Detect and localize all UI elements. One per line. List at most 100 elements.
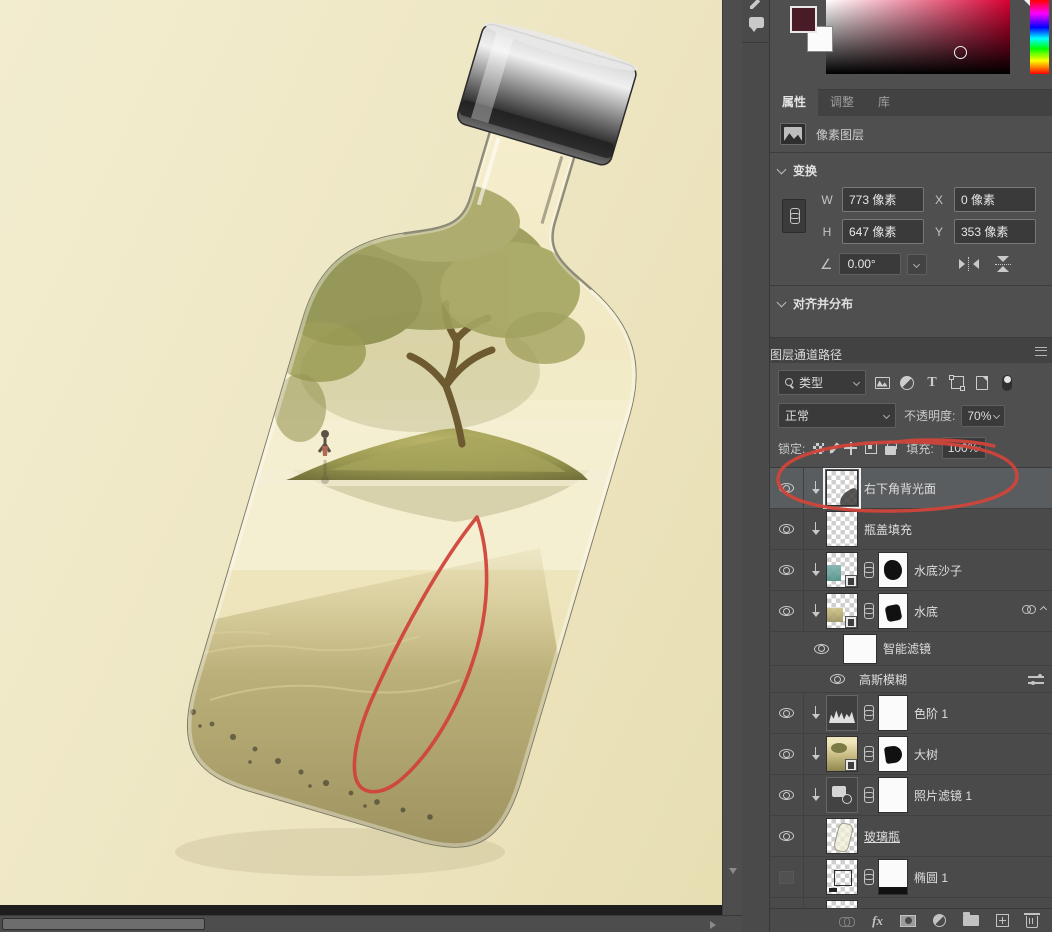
flip-horizontal-button[interactable] [958, 257, 979, 271]
horizontal-scrollbar[interactable] [0, 915, 742, 932]
photo-filter-icon[interactable] [826, 777, 858, 813]
layer-row[interactable]: 水底 [770, 591, 1052, 632]
tab-properties[interactable]: 属性 [770, 88, 819, 116]
height-input[interactable]: 647 像素 [842, 219, 924, 244]
adjustment-layer-button[interactable] [933, 914, 946, 927]
gaussian-blur-row[interactable]: 高斯模糊 [770, 666, 1052, 693]
angle-input[interactable]: 0.00° [838, 253, 901, 275]
layer-row[interactable]: 右下角背光面 [770, 468, 1052, 509]
panel-menu-icon[interactable] [1035, 347, 1047, 356]
tab-layers[interactable]: 图层 [770, 346, 794, 363]
filter-options-icon[interactable] [1028, 674, 1044, 684]
tab-adjustments[interactable]: 调整 [818, 88, 866, 116]
visibility-toggle[interactable] [770, 775, 804, 815]
filter-type-select[interactable]: 类型 [778, 370, 866, 395]
visibility-toggle[interactable] [770, 468, 804, 508]
shape-layer-thumbnail[interactable] [826, 859, 858, 895]
y-input[interactable]: 353 像素 [954, 219, 1036, 244]
layer-name[interactable]: 玻璃瓶 [864, 828, 900, 845]
visibility-toggle[interactable] [770, 816, 804, 856]
layer-style-button[interactable]: fx [872, 913, 883, 929]
vertical-scrollbar[interactable] [722, 0, 742, 915]
filter-toggle-button[interactable] [998, 374, 1016, 391]
layer-mask-thumbnail[interactable] [878, 736, 908, 772]
visibility-toggle[interactable] [770, 857, 804, 897]
hue-slider[interactable] [1030, 0, 1049, 74]
align-section-header[interactable]: 对齐并分布 [770, 286, 1052, 318]
link-dimensions-button[interactable] [782, 199, 806, 233]
smart-filters-label[interactable]: 智能滤镜 [883, 640, 931, 657]
layer-row[interactable]: 大树 [770, 734, 1052, 775]
visibility-toggle[interactable] [770, 550, 804, 590]
layer-mask-thumbnail[interactable] [878, 695, 908, 731]
flip-vertical-button[interactable] [994, 256, 1011, 272]
add-mask-button[interactable] [900, 914, 916, 927]
layer-thumbnail[interactable] [826, 552, 858, 588]
width-input[interactable]: 773 像素 [842, 187, 924, 212]
filter-smart-object-button[interactable] [973, 375, 991, 391]
eye-icon[interactable] [814, 643, 829, 654]
new-layer-button[interactable] [996, 914, 1009, 927]
layer-thumbnail[interactable] [826, 511, 858, 547]
layer-thumbnail[interactable] [826, 593, 858, 629]
filter-name[interactable]: 高斯模糊 [859, 671, 907, 688]
smart-filter-mask-thumbnail[interactable] [843, 633, 877, 664]
lock-artboard-icon[interactable] [865, 442, 878, 454]
tab-channels[interactable]: 通道 [794, 346, 818, 363]
x-input[interactable]: 0 像素 [954, 187, 1036, 212]
horizontal-scroll-thumb[interactable] [2, 918, 205, 930]
angle-dropdown-button[interactable] [906, 253, 927, 275]
layer-name[interactable]: 照片滤镜 1 [914, 787, 972, 804]
layer-mask-thumbnail[interactable] [878, 777, 908, 813]
layer-row[interactable]: 色阶 1 [770, 693, 1052, 734]
hue-slider-marker[interactable] [1024, 0, 1030, 6]
layer-row[interactable]: 瓶盖填充 [770, 509, 1052, 550]
visibility-toggle[interactable] [770, 693, 804, 733]
layer-name[interactable]: 右下角背光面 [864, 480, 936, 497]
opacity-input[interactable]: 70% [961, 404, 1006, 427]
link-layers-button[interactable] [839, 916, 856, 927]
lock-image-pixels-icon[interactable] [829, 442, 840, 455]
new-group-button[interactable] [963, 912, 979, 926]
layer-name[interactable]: 水底 [914, 603, 938, 620]
canvas-viewport[interactable] [0, 0, 722, 905]
visibility-toggle[interactable] [770, 734, 804, 774]
scroll-down-arrow-icon[interactable] [729, 868, 737, 874]
blend-mode-select[interactable]: 正常 [778, 403, 896, 428]
layer-thumbnail[interactable] [826, 818, 858, 854]
filter-shape-layers-button[interactable] [948, 374, 966, 391]
color-field-cursor[interactable] [954, 46, 967, 59]
foreground-color-swatch[interactable] [790, 6, 817, 33]
filter-pixel-layers-button[interactable] [873, 375, 891, 391]
smart-filter-toggle-icon[interactable] [1022, 603, 1048, 617]
scroll-right-arrow-icon[interactable] [710, 921, 716, 929]
visibility-toggle[interactable] [770, 591, 804, 631]
layer-mask-thumbnail[interactable] [878, 552, 908, 588]
layer-name[interactable]: 水底沙子 [914, 562, 962, 579]
layer-name[interactable]: 大树 [914, 746, 938, 763]
smart-filters-row[interactable]: 智能滤镜 [770, 632, 1052, 666]
levels-adjustment-icon[interactable] [826, 695, 858, 731]
lock-transparent-pixels-icon[interactable] [813, 442, 825, 454]
eye-icon[interactable] [830, 674, 845, 684]
filter-type-layers-button[interactable]: T [923, 375, 941, 391]
layer-row[interactable]: 玻璃瓶 [770, 816, 1052, 857]
layer-name[interactable]: 色阶 1 [914, 705, 948, 722]
fill-input[interactable]: 100% [941, 437, 986, 459]
lock-position-icon[interactable] [844, 441, 858, 455]
pen-tool-icon[interactable] [750, 0, 763, 9]
color-field[interactable] [826, 0, 1010, 74]
comment-panel-icon[interactable] [749, 17, 764, 32]
layer-row[interactable]: 椭圆 1 [770, 857, 1052, 898]
tab-paths[interactable]: 路径 [818, 346, 842, 363]
layer-name[interactable]: 瓶盖填充 [864, 521, 912, 538]
layer-row[interactable]: 照片滤镜 1 [770, 775, 1052, 816]
layer-mask-thumbnail[interactable] [878, 859, 908, 895]
delete-layer-button[interactable] [1024, 913, 1040, 928]
lock-all-icon[interactable] [885, 441, 897, 455]
layer-name[interactable]: 椭圆 1 [914, 869, 948, 886]
layer-row[interactable]: 水底沙子 [770, 550, 1052, 591]
layer-thumbnail[interactable] [823, 468, 861, 509]
tab-libraries[interactable]: 库 [866, 88, 902, 116]
transform-section-header[interactable]: 变换 [770, 153, 1052, 185]
